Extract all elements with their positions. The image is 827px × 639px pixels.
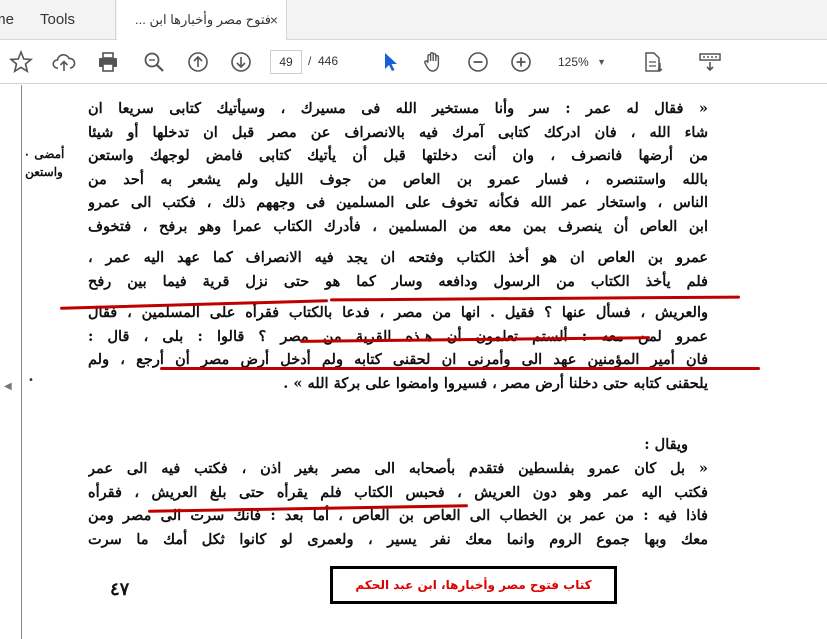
text-line: ابن العاص أن ينصرف بمن معه من المسلمين ،…: [88, 217, 708, 235]
tab-tools-label: Tools: [40, 11, 76, 28]
tab-document-title: فتوح مصر وأخبارها ابن ...: [135, 12, 271, 27]
text-line: فلم يأخذ الكتاب من الرسول ودافعه وسار كم…: [88, 272, 708, 290]
annotation-underline: [160, 367, 760, 370]
tab-home-label: Home: [0, 11, 14, 28]
margin-note: أمضى ٠ واستعن: [14, 145, 74, 181]
page-up-icon[interactable]: [185, 49, 211, 75]
text-line: الناس ، واستخار عمر الله فكأنه تخوف على …: [88, 194, 708, 211]
document-viewport[interactable]: ◀ • أمضى ٠ واستعن « فقال له عمر : سر وأن…: [0, 85, 827, 639]
fit-page-icon[interactable]: [640, 49, 666, 75]
text-line: معك وبها جموع الروم وانما معك نفر يسير ،…: [88, 530, 708, 548]
paragraph-secondary: « بل كان عمرو بفلسطين فتقدم بأصحابه الى …: [88, 457, 708, 551]
page-down-icon[interactable]: [228, 49, 254, 75]
tab-tools[interactable]: Tools: [26, 0, 116, 40]
paragraph-heading: ويقال :: [88, 433, 708, 457]
left-panel-toggle-icon[interactable]: ◀: [4, 381, 12, 392]
page-separator: /: [308, 54, 312, 68]
upload-cloud-icon[interactable]: [51, 49, 77, 75]
tab-document[interactable]: فتوح مصر وأخبارها ابن ... ×: [117, 0, 287, 41]
read-mode-icon[interactable]: [697, 49, 723, 75]
margin-note-line: واستعن: [25, 165, 63, 179]
toolbar: 49 / 446 125% ▼: [0, 40, 827, 84]
paragraph-main: « فقال له عمر : سر وأنا مستخير الله فى م…: [88, 97, 708, 395]
zoom-dropdown[interactable]: 125% ▼: [550, 50, 610, 74]
tab-close-button[interactable]: ×: [270, 0, 278, 40]
text-line: ويقال :: [644, 436, 688, 453]
text-line: « فقال له عمر : سر وأنا مستخير الله فى م…: [88, 100, 708, 117]
hand-icon[interactable]: [420, 49, 446, 75]
select-cursor-icon[interactable]: [377, 49, 403, 75]
tab-bar: Home Tools فتوح مصر وأخبارها ابن ... ×: [0, 0, 827, 41]
page-number-input[interactable]: 49: [270, 50, 302, 74]
page-number-printed: ٤٧: [110, 579, 130, 600]
text-line: شاء الله ، فان ادركك كتابى آمرك فيه بالا…: [88, 123, 708, 141]
zoom-search-icon[interactable]: [141, 49, 167, 75]
text-line: من أرضها فانصرف ، وان أنت دخلتها قبل أن …: [88, 147, 708, 164]
text-line: يلحقنى كتابه حتى دخلنا أرض مصر ، فسيروا …: [283, 374, 708, 392]
print-icon[interactable]: [95, 49, 121, 75]
text-line: « بل كان عمرو بفلسطين فتقدم بأصحابه الى …: [88, 460, 708, 477]
margin-note-line: أمضى ٠: [23, 147, 65, 161]
text-line: فكتب اليه عمر وهو دون العريش ، فحبس الكت…: [88, 483, 708, 501]
scan-mark: •: [28, 375, 34, 386]
page-total: 446: [318, 54, 339, 68]
chevron-down-icon: ▼: [597, 57, 606, 67]
text-line: عمرو بن العاص ان هو أخذ الكتاب وفتحه ان …: [88, 249, 708, 266]
zoom-level: 125%: [558, 55, 589, 69]
tab-home[interactable]: Home: [0, 0, 22, 40]
source-caption: كتاب فتوح مصر وأخبارها، ابن عبد الحكم: [330, 566, 617, 604]
text-line: بالله واستنصره ، فسار عمرو بن العاص من ج…: [88, 170, 708, 188]
star-icon[interactable]: [8, 49, 34, 75]
zoom-in-icon[interactable]: [508, 49, 534, 75]
zoom-out-icon[interactable]: [465, 49, 491, 75]
